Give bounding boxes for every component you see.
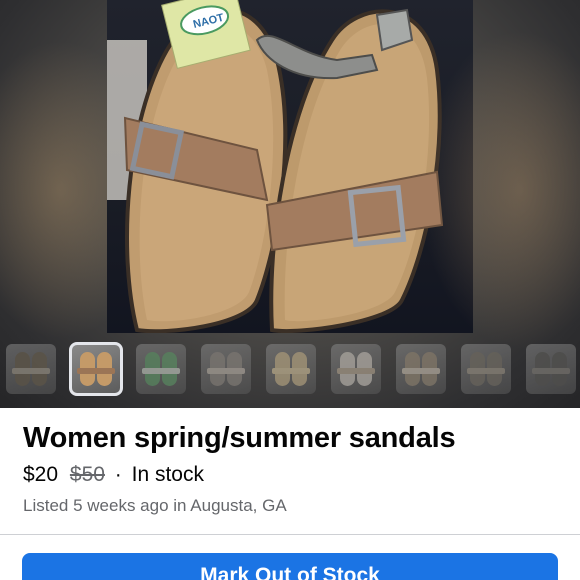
thumbnail-5[interactable]: [266, 344, 316, 394]
thumbnail-strip: [0, 342, 580, 398]
thumbnail-image-part: [142, 368, 180, 374]
price-row: $20 $50 · In stock: [23, 463, 204, 487]
listed-info: Listed 5 weeks ago in Augusta, GA: [23, 496, 287, 515]
original-price: $50: [69, 463, 105, 486]
sandals-illustration: NAOT: [107, 0, 444, 333]
listing-details: Women spring/summer sandals $20 $50 · In…: [0, 408, 580, 580]
thumbnail-7[interactable]: [396, 344, 446, 394]
availability-status: In stock: [131, 463, 204, 486]
thumbnail-9[interactable]: [526, 344, 576, 394]
current-price: $20: [23, 463, 59, 486]
thumbnail-image-part: [77, 368, 115, 374]
thumbnail-image-part: [207, 368, 245, 374]
thumbnail-3[interactable]: [136, 344, 186, 394]
separator-dot: ·: [114, 463, 122, 486]
thumbnail-8[interactable]: [461, 344, 511, 394]
thumbnail-image-part: [467, 368, 505, 374]
main-listing-photo[interactable]: NAOT: [107, 0, 473, 333]
thumbnail-image-part: [272, 368, 310, 374]
divider: [0, 534, 580, 535]
thumbnail-6[interactable]: [331, 344, 381, 394]
mark-out-of-stock-button[interactable]: Mark Out of Stock: [22, 553, 558, 580]
thumbnail-image-part: [532, 368, 570, 374]
thumbnail-4[interactable]: [201, 344, 251, 394]
thumbnail-2[interactable]: [69, 342, 123, 396]
thumbnail-image-part: [402, 368, 440, 374]
listing-title: Women spring/summer sandals: [23, 422, 456, 454]
listing-photo-viewer[interactable]: NAOT: [0, 0, 580, 408]
thumbnail-image-part: [337, 368, 375, 374]
thumbnail-1[interactable]: [6, 344, 56, 394]
thumbnail-image-part: [12, 368, 50, 374]
